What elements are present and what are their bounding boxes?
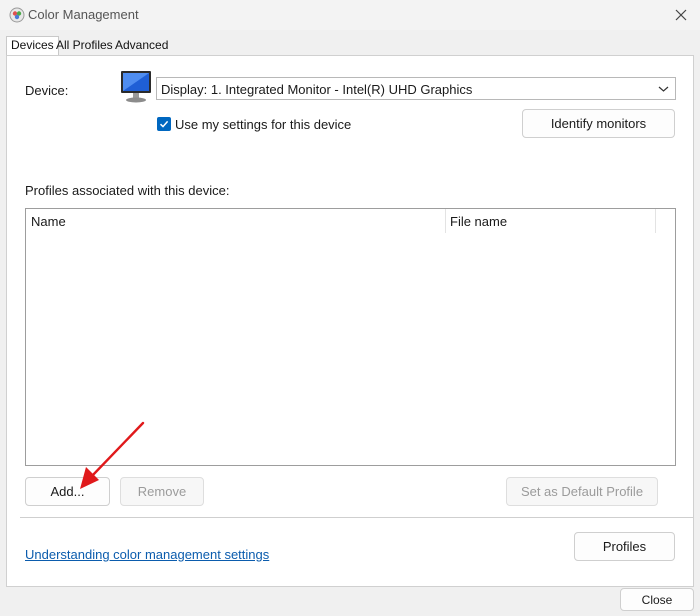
tab-devices[interactable]: Devices	[6, 36, 59, 55]
color-management-icon	[9, 7, 25, 23]
check-icon	[159, 120, 169, 128]
remove-button[interactable]: Remove	[120, 477, 204, 506]
tab-advanced[interactable]: Advanced	[112, 37, 171, 55]
device-dropdown[interactable]: Display: 1. Integrated Monitor - Intel(R…	[156, 77, 676, 100]
identify-monitors-button[interactable]: Identify monitors	[522, 109, 675, 138]
section-divider	[20, 517, 693, 518]
column-header-name[interactable]: Name	[31, 214, 66, 229]
chevron-down-icon	[658, 86, 669, 92]
set-default-profile-button[interactable]: Set as Default Profile	[506, 477, 658, 506]
column-separator[interactable]	[655, 209, 656, 233]
use-my-settings-label[interactable]: Use my settings for this device	[175, 117, 351, 132]
use-my-settings-checkbox[interactable]	[157, 117, 171, 131]
monitor-icon	[121, 71, 151, 103]
close-button[interactable]: Close	[620, 588, 694, 611]
device-selected-value: Display: 1. Integrated Monitor - Intel(R…	[161, 82, 473, 97]
window-title: Color Management	[28, 7, 139, 22]
device-label: Device:	[25, 83, 69, 98]
title-bar: Color Management	[0, 0, 700, 30]
profiles-list[interactable]: Name File name	[25, 208, 676, 466]
column-header-file-name[interactable]: File name	[450, 214, 507, 229]
profiles-caption: Profiles associated with this device:	[25, 183, 230, 198]
tab-all-profiles[interactable]: All Profiles	[53, 37, 116, 55]
column-separator[interactable]	[445, 209, 446, 233]
understanding-color-management-link[interactable]: Understanding color management settings	[25, 547, 269, 562]
add-button[interactable]: Add...	[25, 477, 110, 506]
close-icon[interactable]	[672, 6, 690, 24]
profiles-button[interactable]: Profiles	[574, 532, 675, 561]
